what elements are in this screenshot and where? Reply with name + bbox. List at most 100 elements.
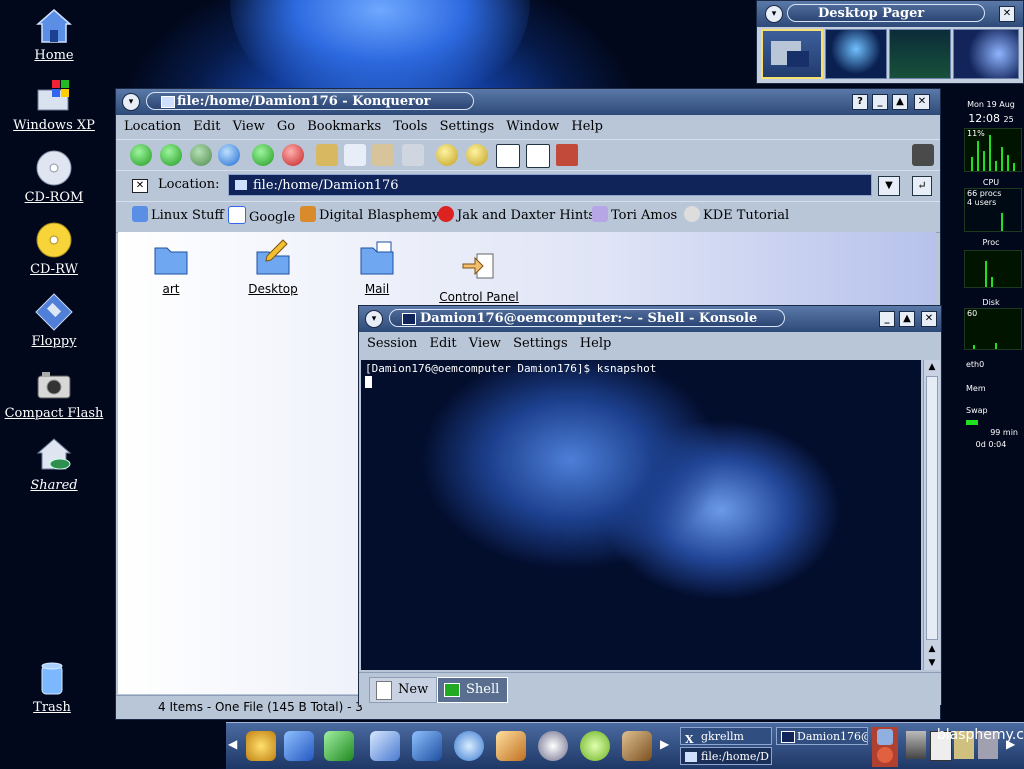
pager-menu-icon[interactable]: ▾ (765, 5, 783, 23)
up-icon[interactable] (130, 144, 152, 166)
menu-location[interactable]: Location (124, 116, 181, 138)
menu-tools[interactable]: Tools (393, 116, 427, 138)
location-dropdown-icon[interactable]: ▼ (878, 176, 900, 196)
tray-tool-icon[interactable] (978, 731, 998, 759)
close-icon[interactable]: ✕ (999, 6, 1015, 22)
stop-icon[interactable] (282, 144, 304, 166)
menu-view[interactable]: View (469, 333, 501, 355)
cut-icon[interactable] (316, 144, 338, 166)
maximize-icon[interactable]: ▲ (899, 311, 915, 327)
menu-edit[interactable]: Edit (193, 116, 220, 138)
desktop-icon-cd-rw[interactable]: CD-RW (4, 220, 104, 277)
file-item-desktop[interactable]: Desktop (228, 238, 318, 296)
mail-launcher-icon[interactable] (496, 731, 526, 761)
icon-view-icon[interactable] (496, 144, 520, 168)
gimp-icon[interactable] (622, 731, 652, 761)
panel-hide-right-icon[interactable]: ▶ (1006, 737, 1015, 751)
menu-session[interactable]: Session (367, 333, 417, 355)
terminal-launcher-icon[interactable] (370, 731, 400, 761)
calculator-icon[interactable] (954, 731, 974, 759)
desktop-icon-shared[interactable]: Shared (4, 436, 104, 493)
menu-edit[interactable]: Edit (429, 333, 456, 355)
terminal-icon (402, 313, 416, 325)
task-konqueror[interactable]: file:/home/D (680, 747, 772, 765)
minimize-icon[interactable]: _ (872, 94, 888, 110)
maximize-icon[interactable]: ▲ (892, 94, 908, 110)
menu-settings[interactable]: Settings (440, 116, 495, 138)
lock-icon[interactable] (877, 729, 893, 745)
task-gkrellm[interactable]: X gkrellm (680, 727, 772, 745)
menu-help[interactable]: Help (571, 116, 603, 138)
file-item-mail[interactable]: Mail (332, 238, 422, 296)
zoom-out-icon[interactable] (466, 144, 488, 166)
home-launcher-icon[interactable] (412, 731, 442, 761)
bookmark-tori-amos[interactable]: Tori Amos (592, 206, 677, 223)
clipboard-icon[interactable] (930, 731, 952, 761)
pager-desktop-3[interactable] (889, 29, 951, 79)
reload-icon[interactable] (252, 144, 274, 166)
logout-icon[interactable] (877, 747, 893, 763)
close-icon[interactable]: ✕ (921, 311, 937, 327)
print-icon[interactable] (402, 144, 424, 166)
panel-hide-left-icon[interactable]: ◀ (228, 737, 237, 751)
bookmark-linux-stuff[interactable]: Linux Stuff (132, 206, 224, 223)
menu-go[interactable]: Go (277, 116, 295, 138)
file-item-control-panel[interactable]: Control Panel (434, 246, 524, 304)
go-icon[interactable]: ↵ (912, 176, 932, 196)
new-session-button[interactable]: New (369, 677, 438, 703)
detail-view-icon[interactable] (526, 144, 550, 168)
copy-icon[interactable] (344, 144, 366, 166)
control-center-icon[interactable] (324, 731, 354, 761)
zoom-in-icon[interactable] (436, 144, 458, 166)
desktop-icon-windows-xp[interactable]: Windows XP (4, 76, 104, 133)
konqueror-title: file:/home/Damion176 - Konqueror (146, 92, 474, 110)
window-menu-icon[interactable]: ▾ (122, 93, 140, 111)
paste-icon[interactable] (372, 144, 394, 166)
desktop-icon-cd-rom[interactable]: CD-ROM (4, 148, 104, 205)
scroll-down-icon[interactable]: ▼ (924, 656, 940, 670)
bookmark-kde-tutorial[interactable]: KDE Tutorial (684, 206, 789, 223)
k-menu-icon[interactable] (246, 731, 276, 761)
xmms-icon[interactable] (538, 731, 568, 761)
location-input[interactable]: file:/home/Damion176 (228, 174, 872, 196)
tab-shell[interactable]: Shell (437, 677, 509, 703)
kde-icon (684, 206, 700, 222)
panel-scroll-right-icon[interactable]: ▶ (660, 737, 669, 751)
task-konsole[interactable]: Damion176@ (776, 727, 868, 745)
pager-desktop-1[interactable] (761, 29, 823, 79)
menu-help[interactable]: Help (580, 333, 612, 355)
minimize-icon[interactable]: _ (879, 311, 895, 327)
kwrite-icon[interactable] (284, 731, 314, 761)
home-nav-icon[interactable] (218, 144, 240, 166)
desktop-icon-home[interactable]: Home (4, 6, 104, 63)
bookmark-digital-blasphemy[interactable]: Digital Blasphemy (300, 206, 440, 223)
menu-view[interactable]: View (233, 116, 265, 138)
clear-location-icon[interactable]: ✕ (132, 179, 148, 193)
pager-desktop-2[interactable] (825, 29, 887, 79)
scrollbar-thumb[interactable] (926, 376, 938, 640)
lime-icon[interactable] (580, 731, 610, 761)
pager-desktop-4[interactable] (953, 29, 1019, 79)
bookmark-jak-daxter[interactable]: Jak and Daxter Hints (438, 206, 595, 223)
help-icon[interactable]: ? (852, 94, 868, 110)
back-icon[interactable] (160, 144, 182, 166)
menu-window[interactable]: Window (506, 116, 559, 138)
bookmark-google[interactable]: Google (228, 206, 295, 225)
scroll-up-icon[interactable]: ▲ (924, 360, 940, 374)
menu-settings[interactable]: Settings (513, 333, 568, 355)
trash-view-icon[interactable] (556, 144, 578, 166)
scroll-up-icon-bottom[interactable]: ▲ (924, 642, 940, 656)
window-menu-icon[interactable]: ▾ (365, 310, 383, 328)
close-icon[interactable]: ✕ (914, 94, 930, 110)
file-item-art[interactable]: art (126, 238, 216, 296)
konsole-window: ▾ Damion176@oemcomputer:~ - Shell - Kons… (358, 305, 942, 705)
desktop-icon-floppy[interactable]: Floppy (4, 292, 104, 349)
terminal-area[interactable]: [Damion176@oemcomputer Damion176]$ ksnap… (361, 360, 921, 670)
menu-bookmarks[interactable]: Bookmarks (307, 116, 381, 138)
terminal-scrollbar[interactable]: ▲ ▲ ▼ (923, 360, 940, 670)
desktop-icon-compact-flash[interactable]: Compact Flash (4, 364, 104, 421)
browser-icon[interactable] (454, 731, 484, 761)
tray-pen-icon[interactable] (906, 731, 926, 759)
forward-icon[interactable] (190, 144, 212, 166)
desktop-icon-trash[interactable]: Trash (2, 658, 102, 715)
